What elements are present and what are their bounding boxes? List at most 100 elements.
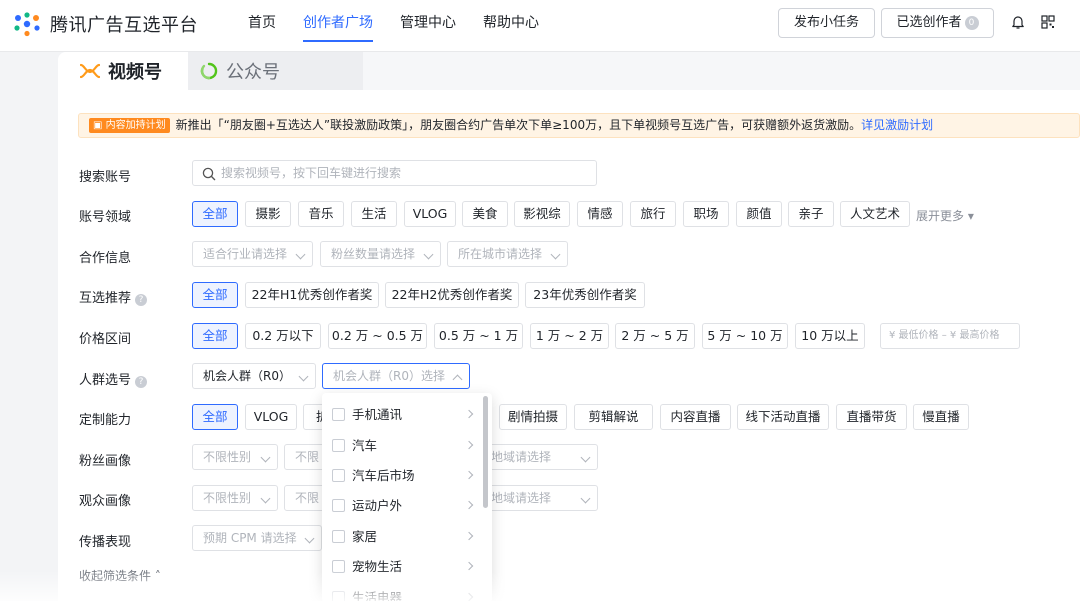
audience-profile-label: 观众画像	[79, 494, 132, 509]
price-option[interactable]: 5 万 ~ 10 万	[702, 323, 788, 349]
domain-option[interactable]: 职场	[683, 201, 729, 227]
domain-option[interactable]: 生活	[351, 201, 397, 227]
domain-option[interactable]: 音乐	[298, 201, 344, 227]
bell-icon[interactable]	[1010, 14, 1026, 30]
dropdown-option[interactable]: 家居	[322, 522, 482, 552]
city-select[interactable]: 所在城市请选择	[447, 241, 568, 267]
checkbox[interactable]	[332, 591, 345, 601]
custom-option[interactable]: 线下活动直播	[737, 404, 829, 430]
crowd-type-select[interactable]: 机会人群（R0）	[192, 363, 316, 389]
domain-option[interactable]: VLOG	[404, 201, 456, 227]
dropdown-option[interactable]: 汽车	[322, 431, 482, 461]
domain-option[interactable]: 美食	[462, 201, 508, 227]
cpm-select[interactable]: 预期 CPM 请选择	[192, 525, 322, 551]
custom-option[interactable]: 剪辑解说	[574, 404, 653, 430]
industry-select[interactable]: 适合行业请选择	[192, 241, 313, 267]
audience-gender-select[interactable]: 不限性别	[192, 485, 278, 511]
audience-region-select[interactable]: 地域请选择	[478, 485, 598, 511]
dropdown-option[interactable]: 宠物生活	[322, 552, 482, 582]
qr-code-icon[interactable]	[1040, 14, 1056, 30]
price-option[interactable]: 1 万 ~ 2 万	[530, 323, 609, 349]
nav-management[interactable]: 管理中心	[400, 0, 456, 52]
collapse-filters-link[interactable]: 收起筛选条件 ˄	[79, 567, 161, 584]
top-navigation-bar: 腾讯广告互选平台 首页 创作者广场 管理中心 帮助中心 发布小任务 已选创作者 0	[0, 0, 1080, 52]
domain-option[interactable]: 情感	[577, 201, 623, 227]
custom-option[interactable]: 全部	[192, 404, 238, 430]
collapse-filters-label: 收起筛选条件	[79, 569, 152, 583]
recommend-option[interactable]: 23年优秀创作者奖	[525, 282, 645, 308]
recommend-option[interactable]: 22年H2优秀创作者奖	[385, 282, 519, 308]
checkbox[interactable]	[332, 499, 345, 512]
domain-label: 账号领域	[79, 210, 132, 225]
search-placeholder: 搜索视频号，按下回车键进行搜索	[221, 166, 402, 180]
domain-option[interactable]: 人文艺术	[840, 201, 910, 227]
dropdown-option[interactable]: 手机通讯	[322, 400, 482, 430]
dropdown-option-label: 汽车后市场	[352, 468, 415, 483]
fan-region-placeholder: 地域请选择	[491, 450, 552, 464]
price-option[interactable]: 0.2 万以下	[245, 323, 321, 349]
domain-option[interactable]: 亲子	[788, 201, 834, 227]
platform-tabs: 视频号 公众号	[58, 52, 1080, 90]
tab-official-account[interactable]: 公众号	[188, 52, 363, 90]
checkbox[interactable]	[332, 469, 345, 482]
custom-option[interactable]: VLOG	[245, 404, 297, 430]
search-label: 搜索账号	[79, 170, 132, 185]
custom-option[interactable]: 剧情拍摄	[499, 404, 567, 430]
dropdown-scrollbar[interactable]	[483, 396, 488, 508]
expand-more-link[interactable]: 展开更多 ▾	[916, 207, 974, 224]
domain-option[interactable]: 全部	[192, 201, 238, 227]
checkbox[interactable]	[332, 530, 345, 543]
dropdown-option[interactable]: 运动户外	[322, 491, 482, 521]
notice-tag-icon: ▣	[93, 120, 106, 131]
checkbox[interactable]	[332, 439, 345, 452]
max-price-input[interactable]: ¥ 最高价格	[950, 330, 1000, 341]
dropdown-option[interactable]: 生活电器	[322, 583, 482, 601]
chevron-right-icon	[464, 440, 474, 450]
crowd-detail-placeholder: 机会人群（R0）选择	[333, 369, 445, 383]
checkbox[interactable]	[332, 408, 345, 421]
notice-tag: ▣ 内容加持计划	[89, 118, 170, 133]
domain-option[interactable]: 摄影	[245, 201, 291, 227]
search-input[interactable]: 搜索视频号，按下回车键进行搜索	[192, 160, 597, 186]
chevron-right-icon	[464, 531, 474, 541]
price-option[interactable]: 0.2 万 ~ 0.5 万	[328, 323, 427, 349]
nav-home[interactable]: 首页	[248, 0, 276, 52]
custom-option[interactable]: 内容直播	[660, 404, 731, 430]
chevron-right-icon	[464, 500, 474, 510]
chevron-down-icon	[423, 249, 434, 260]
recommend-option[interactable]: 全部	[192, 282, 238, 308]
nav-creator-square[interactable]: 创作者广场	[303, 0, 373, 52]
chevron-down-icon	[295, 249, 306, 260]
tab-video-account[interactable]: 视频号	[58, 52, 188, 90]
price-option[interactable]: 2 万 ~ 5 万	[615, 323, 695, 349]
dropdown-option-label: 生活电器	[352, 590, 403, 601]
fan-gender-placeholder: 不限性别	[203, 450, 252, 464]
nav-help[interactable]: 帮助中心	[483, 0, 539, 52]
price-option[interactable]: 全部	[192, 323, 238, 349]
crowd-detail-select[interactable]: 机会人群（R0）选择	[322, 363, 470, 389]
min-price-input[interactable]: ¥ 最低价格	[889, 330, 939, 341]
custom-price-range[interactable]: ¥ 最低价格 – ¥ 最高价格	[880, 323, 1020, 349]
fan-region-select[interactable]: 地域请选择	[478, 444, 598, 470]
domain-option[interactable]: 影视综	[514, 201, 570, 227]
notice-tag-label: 内容加持计划	[105, 120, 166, 131]
price-option[interactable]: 10 万以上	[795, 323, 865, 349]
price-option[interactable]: 0.5 万 ~ 1 万	[434, 323, 523, 349]
publish-task-button[interactable]: 发布小任务	[778, 8, 875, 38]
domain-option[interactable]: 旅行	[630, 201, 676, 227]
custom-option[interactable]: 慢直播	[913, 404, 969, 430]
caret-down-icon: ▾	[967, 209, 974, 223]
notice-link[interactable]: 详见激励计划	[861, 118, 933, 132]
fan-gender-select[interactable]: 不限性别	[192, 444, 278, 470]
checkbox[interactable]	[332, 560, 345, 573]
recommend-option[interactable]: 22年H1优秀创作者奖	[245, 282, 379, 308]
chevron-right-icon	[464, 561, 474, 571]
selected-creators-button[interactable]: 已选创作者 0	[881, 8, 994, 38]
domain-option[interactable]: 颜值	[736, 201, 782, 227]
chevron-down-icon	[580, 493, 591, 504]
dropdown-option[interactable]: 汽车后市场	[322, 461, 482, 491]
help-icon[interactable]: ?	[135, 294, 148, 306]
fans-count-select[interactable]: 粉丝数量请选择	[320, 241, 441, 267]
custom-option[interactable]: 直播带货	[836, 404, 907, 430]
help-icon[interactable]: ?	[135, 376, 148, 388]
